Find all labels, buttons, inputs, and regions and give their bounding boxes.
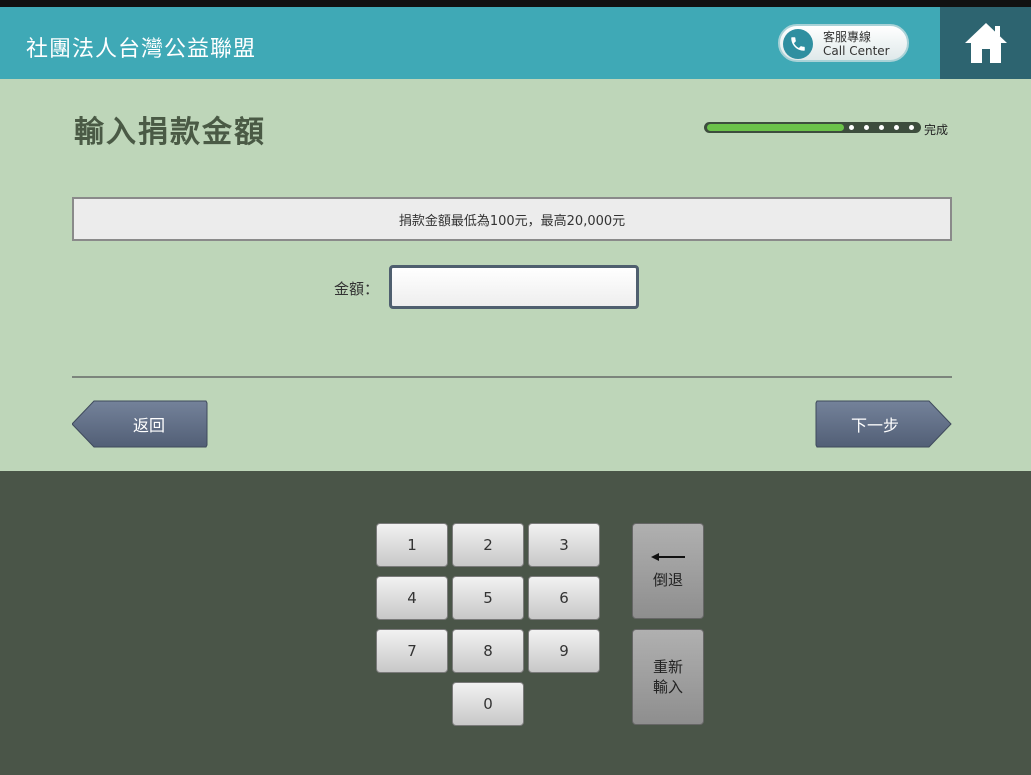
reset-label-line1: 重新: [652, 658, 683, 676]
main-panel: 輸入捐款金額 完成 捐款金額最低為100元，最高20,000元 金額： 返回 下…: [0, 79, 1031, 471]
progress-step-dot: [864, 125, 869, 130]
progress-step-dot: [879, 125, 884, 130]
key-0[interactable]: 0: [452, 682, 524, 726]
progress-fill: [707, 124, 844, 131]
back-button[interactable]: 返回: [71, 400, 208, 448]
key-8[interactable]: 8: [452, 629, 524, 673]
next-button[interactable]: 下一步: [815, 400, 952, 448]
back-button-label: 返回: [132, 416, 165, 435]
key-4[interactable]: 4: [376, 576, 448, 620]
key-9[interactable]: 9: [528, 629, 600, 673]
backspace-label: 倒退: [652, 571, 683, 589]
key-7[interactable]: 7: [376, 629, 448, 673]
home-icon: [964, 23, 1007, 63]
home-button[interactable]: [940, 7, 1031, 79]
progress-done-label: 完成: [924, 123, 949, 137]
app-header: 社團法人台灣公益聯盟 客服專線 Call Center: [0, 7, 1031, 79]
call-center-button[interactable]: 客服專線 Call Center: [778, 24, 909, 62]
phone-icon: [783, 29, 813, 59]
key-3[interactable]: 3: [528, 523, 600, 567]
divider: [72, 376, 952, 378]
progress-bar: [704, 122, 921, 133]
org-name: 社團法人台灣公益聯盟: [26, 37, 257, 62]
call-center-label-en: Call Center: [823, 44, 890, 58]
progress-step-dot: [894, 125, 899, 130]
top-edge: [0, 0, 1031, 7]
reset-key[interactable]: 重新 輸入: [632, 629, 704, 725]
progress-step-dot: [849, 125, 854, 130]
reset-label-line2: 輸入: [652, 678, 683, 696]
keypad-area: 1 2 3 4 5 6 7 8 9 0 倒退 重新 輸入: [0, 471, 1031, 775]
backspace-key[interactable]: 倒退: [632, 523, 704, 619]
key-2[interactable]: 2: [452, 523, 524, 567]
amount-limit-notice: 捐款金額最低為100元，最高20,000元: [72, 197, 952, 241]
call-center-label: 客服專線 Call Center: [823, 30, 890, 58]
progress-step-dot: [909, 125, 914, 130]
key-1[interactable]: 1: [376, 523, 448, 567]
key-6[interactable]: 6: [528, 576, 600, 620]
amount-label: 金額：: [334, 280, 380, 298]
page-title: 輸入捐款金額: [74, 115, 266, 150]
next-button-label: 下一步: [850, 416, 899, 435]
left-arrow-icon: [651, 553, 685, 561]
call-center-label-zh: 客服專線: [823, 30, 872, 44]
amount-input[interactable]: [389, 265, 639, 309]
key-5[interactable]: 5: [452, 576, 524, 620]
